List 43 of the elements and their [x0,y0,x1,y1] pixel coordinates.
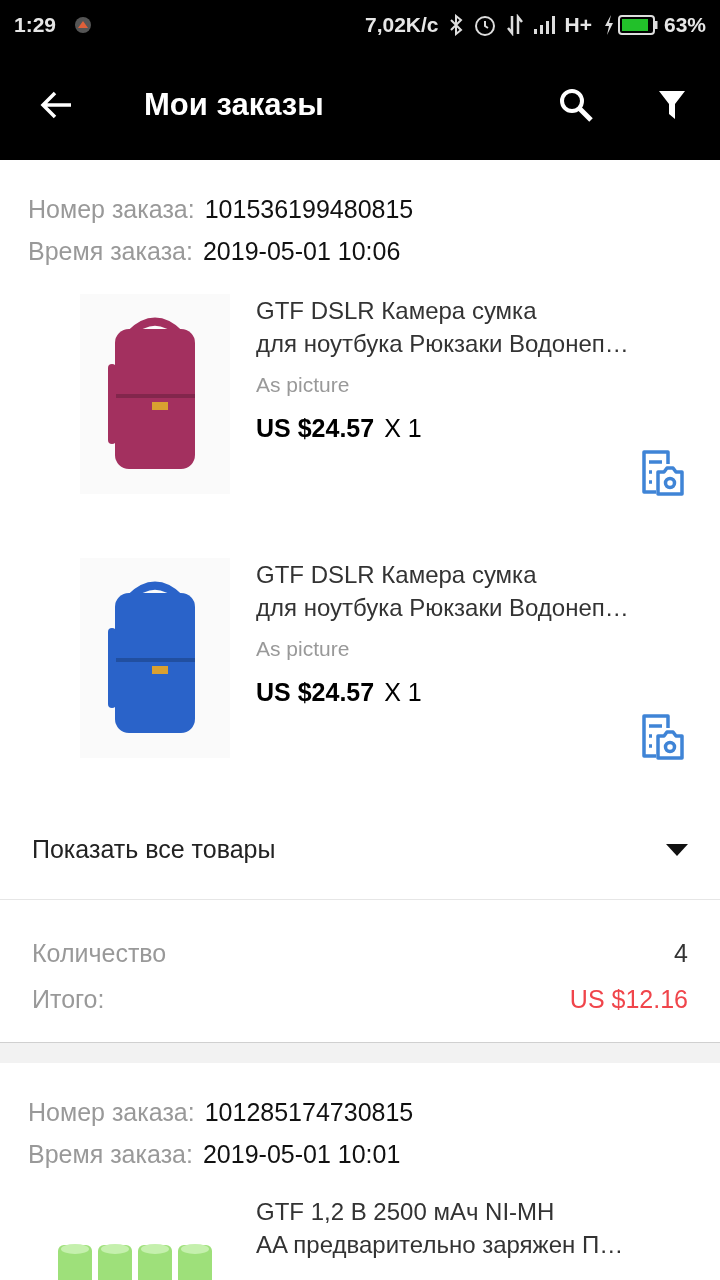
product-title: для ноутбука Рюкзаки Водонеп… [256,593,629,623]
document-camera-icon [640,714,686,760]
order-number: 101285174730815 [204,1097,414,1128]
alarm-icon [472,13,497,37]
back-arrow-icon [39,90,73,120]
product-quantity: X 1 [384,413,422,444]
order-number: 101536199480815 [204,194,414,225]
product-title: AA предварительно заряжен П… [256,1230,624,1260]
document-camera-icon [640,450,686,496]
quantity-label: Количество [32,938,167,969]
order-number-label: Номер заказа: [28,194,195,225]
filter-icon [658,90,686,120]
battery-percent: 63% [663,12,706,39]
product-variant: As picture [256,636,351,662]
status-time: 1:29 [14,12,57,39]
network-speed: 7,02K/c [364,12,439,39]
bluetooth-icon [448,14,463,36]
signal-icon [532,14,557,36]
dropdown-caret-icon [666,843,688,856]
product-price: US $24.57 [256,677,375,708]
product-price: US $24.57 [256,413,375,444]
data-arrows-icon [504,14,525,36]
product-title: GTF DSLR Камера сумка [256,560,538,590]
order-number-label: Номер заказа: [28,1097,195,1128]
product-quantity: X 1 [384,677,422,708]
total-label: Итого: [32,984,105,1015]
screen-title: Мои заказы [144,85,324,124]
notification-icon [74,16,93,34]
order-time: 2019-05-01 10:01 [202,1139,401,1170]
network-type: H+ [564,12,592,39]
search-icon [558,87,594,123]
product-title: GTF DSLR Камера сумка [256,296,538,326]
order-time: 2019-05-01 10:06 [202,236,401,267]
quantity-value: 4 [674,938,688,969]
order-time-label: Время заказа: [28,1139,193,1170]
product-title: GTF 1,2 В 2500 мАч NI-MH [256,1197,556,1227]
product-variant: As picture [256,372,351,398]
order-time-label: Время заказа: [28,236,193,267]
product-title: для ноутбука Рюкзаки Водонеп… [256,329,629,359]
show-all-button[interactable]: Показать все товары [0,800,720,900]
charging-icon [603,15,614,35]
total-value: US $12.16 [569,984,688,1015]
battery-icon [617,14,658,36]
